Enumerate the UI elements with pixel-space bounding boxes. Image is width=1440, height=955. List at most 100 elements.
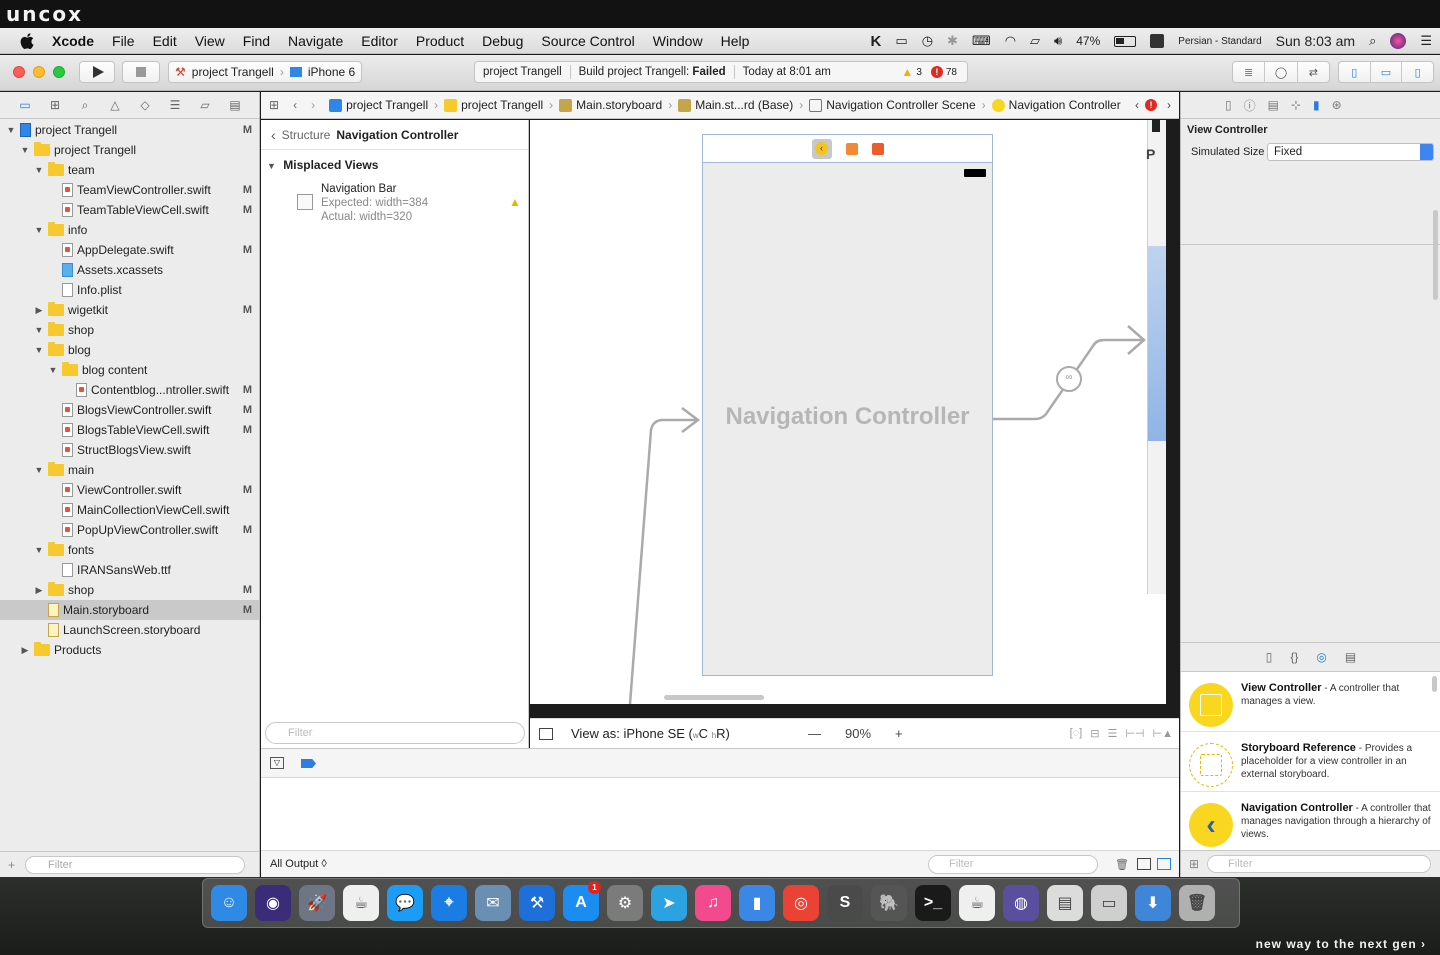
dock-system-preferences-icon[interactable]: ⚙	[607, 885, 643, 921]
navigator-filter-input[interactable]: Filter	[25, 855, 246, 874]
storyboard-canvas[interactable]: ∞ ‹ Navigation Controller P	[530, 120, 1166, 704]
file-tree-row[interactable]: MainCollectionViewCell.swift	[0, 500, 259, 520]
dock-trash-icon[interactable]: 🗑	[1179, 885, 1215, 921]
input-source-icon[interactable]	[1150, 34, 1165, 48]
library-item[interactable]: View Controller - A controller that mana…	[1181, 672, 1440, 732]
file-template-library-icon[interactable]: ▯	[1266, 650, 1273, 664]
hide-debug-area-icon[interactable]: ▽	[270, 757, 284, 769]
dock-launchpad-icon[interactable]: 🚀	[299, 885, 335, 921]
file-tree-row[interactable]: ▼ team	[0, 160, 259, 180]
resolve-issues-icon[interactable]: ⊢▲	[1153, 727, 1173, 740]
console-output[interactable]	[261, 778, 1179, 850]
disclosure-down-icon[interactable]: ▼	[6, 125, 16, 135]
input-source-label[interactable]: Persian - Standard	[1178, 36, 1261, 47]
time-machine-icon[interactable]: ◷	[922, 33, 933, 49]
update-frames-icon[interactable]: [◌]	[1070, 727, 1083, 740]
dock-downloads-icon[interactable]: ⬇	[1135, 885, 1171, 921]
disclosure-right-icon[interactable]: ▶	[34, 585, 44, 596]
window-zoom-button[interactable]	[53, 66, 65, 78]
inspector-scrollbar[interactable]	[1433, 210, 1438, 300]
scheme-selector[interactable]: ⚒ project Trangell › iPhone 6	[168, 61, 362, 83]
disclosure-down-icon[interactable]: ▼	[34, 545, 44, 555]
dock-messages-icon[interactable]: 💬	[387, 885, 423, 921]
zoom-in-icon[interactable]: +	[895, 726, 903, 741]
file-tree-row[interactable]: ▶ wigetkit M	[0, 300, 259, 320]
window-close-button[interactable]	[13, 66, 25, 78]
toggle-utilities-icon[interactable]: ▯	[1402, 62, 1433, 82]
library-scrollbar[interactable]	[1432, 676, 1437, 692]
volume-icon[interactable]: 🔊︎	[1054, 33, 1062, 49]
dock-siri-icon[interactable]: ◉	[255, 885, 291, 921]
library-item[interactable]: Storyboard Reference - Provides a placeh…	[1181, 732, 1440, 792]
structure-back-link[interactable]: Structure	[282, 128, 331, 142]
siri-icon[interactable]	[1390, 33, 1407, 49]
console-filter-input[interactable]: Filter	[928, 854, 1098, 874]
file-tree-row[interactable]: LaunchScreen.storyboard	[0, 620, 259, 640]
add-file-icon[interactable]: +	[8, 858, 15, 872]
battery-icon[interactable]	[1114, 35, 1137, 47]
embed-in-stack-icon[interactable]: ⊟	[1090, 727, 1099, 740]
view-controller-scene-edge[interactable]: P	[1146, 120, 1166, 594]
notification-center-icon[interactable]: ☰	[1420, 33, 1432, 49]
grid-view-icon[interactable]: ⊞	[1189, 857, 1199, 871]
dock-network-utility-icon[interactable]: ◍	[1003, 885, 1039, 921]
menu-find[interactable]: Find	[243, 33, 270, 49]
file-tree-row[interactable]: ▼ fonts	[0, 540, 259, 560]
debug-tab-icon[interactable]: ☰	[160, 98, 190, 112]
dock-app-store-icon[interactable]: A1	[563, 881, 601, 921]
file-inspector-icon[interactable]: ▯	[1225, 98, 1232, 112]
breadcrumb-object[interactable]: Navigation Controller	[991, 98, 1121, 112]
menu-file[interactable]: File	[112, 33, 135, 49]
first-responder-icon[interactable]	[845, 142, 858, 155]
file-tree-row[interactable]: ViewController.swift M	[0, 480, 259, 500]
forward-arrow-icon[interactable]: ›	[311, 98, 315, 112]
code-snippet-library-icon[interactable]: {}	[1290, 650, 1298, 664]
zoom-out-icon[interactable]: —	[808, 726, 821, 741]
disclosure-down-icon[interactable]: ▼	[34, 165, 44, 175]
dock-sublime-icon[interactable]: S	[827, 885, 863, 921]
file-tree-row[interactable]: TeamTableViewCell.swift M	[0, 200, 259, 220]
dock-keynote-icon[interactable]: ▮	[739, 885, 775, 921]
warning-icon[interactable]: ▲	[509, 195, 521, 209]
keyboard-icon[interactable]: ⌨	[972, 33, 991, 49]
test-tab-icon[interactable]: ◇	[130, 98, 160, 112]
file-tree-row[interactable]: ▶ shop M	[0, 580, 259, 600]
kite-icon[interactable]: K	[871, 33, 882, 50]
stop-button[interactable]	[122, 61, 160, 83]
version-editor-icon[interactable]: ⇄	[1298, 62, 1329, 82]
output-selector[interactable]: All Output ◊	[270, 858, 327, 870]
file-tree-row[interactable]: ▼ project Trangell M	[0, 120, 259, 140]
menu-navigate[interactable]: Navigate	[288, 33, 343, 49]
dock-finder-icon[interactable]: ☺	[211, 885, 247, 921]
issue-tab-icon[interactable]: △	[100, 98, 130, 112]
issue-prev-icon[interactable]: ‹	[1135, 98, 1139, 112]
disclosure-right-icon[interactable]: ▶	[20, 645, 30, 656]
dock-terminal-icon[interactable]: >_	[915, 885, 951, 921]
activity-viewer[interactable]: project Trangell Build project Trangell:…	[474, 61, 968, 83]
file-tree-row[interactable]: IRANSansWeb.ttf	[0, 560, 259, 580]
disclosure-down-icon[interactable]: ▼	[34, 225, 44, 235]
dock-archive-icon[interactable]: ▤	[1047, 885, 1083, 921]
file-tree-row[interactable]: PopUpViewController.swift M	[0, 520, 259, 540]
screen-share-icon[interactable]: ▭	[895, 33, 907, 49]
breadcrumb-scene[interactable]: Navigation Controller Scene	[809, 98, 976, 112]
toggle-outline-icon[interactable]	[539, 727, 553, 740]
disclosure-down-icon[interactable]: ▼	[20, 145, 30, 155]
file-tree-row[interactable]: ▼ blog	[0, 340, 259, 360]
bluetooth-icon[interactable]: ✱	[947, 33, 958, 49]
file-tree-row[interactable]: StructBlogsView.swift	[0, 440, 259, 460]
identity-inspector-icon[interactable]: ▤	[1268, 98, 1279, 112]
breadcrumb-file[interactable]: Main.storyboard	[559, 98, 662, 112]
dock-xcode-icon[interactable]: ⚒	[519, 885, 555, 921]
menu-help[interactable]: Help	[721, 33, 750, 49]
airplay-icon[interactable]: ▱	[1030, 33, 1040, 49]
file-tree-row[interactable]: ▼ info	[0, 220, 259, 240]
menu-source-control[interactable]: Source Control	[541, 33, 634, 49]
breadcrumb-localization[interactable]: Main.st...rd (Base)	[678, 98, 793, 112]
library-item[interactable]: ‹ Navigation Controller - A controller t…	[1181, 792, 1440, 850]
file-tree-row[interactable]: ▼ main	[0, 460, 259, 480]
file-tree-row[interactable]: Info.plist	[0, 280, 259, 300]
dock-telegram-icon[interactable]: ➤	[651, 885, 687, 921]
dock-java-2-icon[interactable]: ☕	[959, 885, 995, 921]
dock-sequel-pro-icon[interactable]: 🐘	[871, 885, 907, 921]
